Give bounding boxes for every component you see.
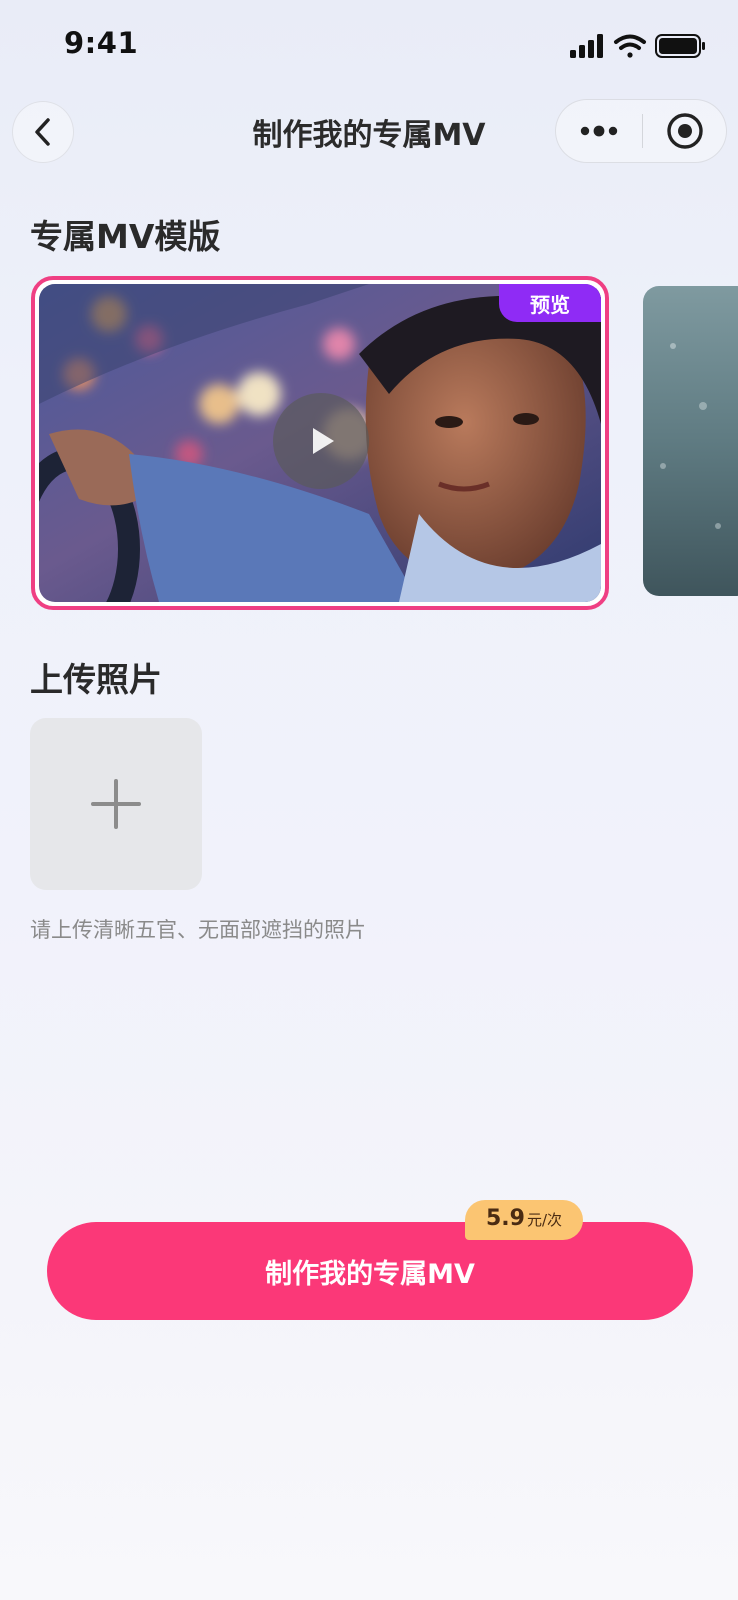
play-icon [313, 428, 334, 454]
status-time: 9:41 [64, 26, 139, 60]
upload-section-title: 上传照片 [30, 660, 162, 699]
battery-icon [655, 34, 705, 58]
mini-program-capsule [555, 99, 727, 163]
template-thumbnail: 预览 [39, 284, 601, 602]
template-image [643, 286, 738, 596]
template-card-selected[interactable]: 预览 [31, 276, 609, 610]
price-unit: 元/次 [526, 1211, 563, 1229]
price-amount: 5.9 [485, 1206, 525, 1231]
make-mv-button[interactable]: 制作我的专属MV [47, 1222, 693, 1320]
signal-icon [570, 34, 603, 58]
wifi-icon [614, 34, 646, 58]
template-section-title: 专属MV模版 [30, 217, 221, 256]
plus-icon [91, 779, 141, 829]
more-icon [580, 125, 618, 137]
preview-badge[interactable]: 预览 [499, 284, 601, 322]
template-card[interactable] [643, 286, 738, 596]
more-button[interactable] [556, 100, 642, 162]
upload-photo-button[interactable] [30, 718, 202, 890]
template-carousel[interactable]: 预览 [0, 276, 738, 612]
status-bar: 9:41 [0, 0, 738, 90]
price-badge: 5.9 元/次 [465, 1200, 583, 1240]
play-button[interactable] [273, 393, 369, 489]
status-icons [570, 32, 710, 62]
close-mini-program-button[interactable] [643, 100, 727, 162]
upload-hint: 请上传清晰五官、无面部遮挡的照片 [30, 918, 366, 942]
target-icon [667, 113, 703, 149]
